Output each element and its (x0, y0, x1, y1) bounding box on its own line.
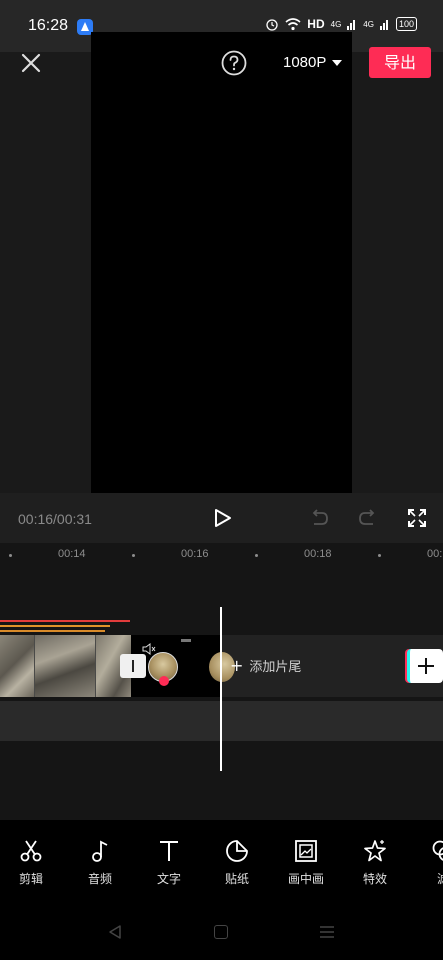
tool-pip[interactable]: 画中画 (281, 838, 331, 887)
signal-icon (379, 20, 388, 30)
clip-duration-marker (181, 639, 191, 642)
tool-filter[interactable]: 滤 (418, 838, 443, 887)
add-ending-button[interactable]: + 添加片尾 (230, 656, 301, 675)
alarm-icon (266, 19, 278, 31)
tool-label: 文字 (156, 872, 181, 886)
tool-label: 画中画 (287, 872, 324, 886)
transition-button[interactable] (120, 654, 146, 678)
tool-cut[interactable]: 剪辑 (6, 838, 56, 887)
undo-icon[interactable] (308, 507, 330, 529)
tool-label: 贴纸 (224, 872, 249, 886)
ruler-label: 00:14 (58, 548, 86, 560)
status-indicators: HD 4G 4G 100 (265, 17, 417, 31)
redo-icon[interactable] (357, 507, 379, 529)
ruler-label: 00:18 (304, 548, 332, 560)
menu-icon[interactable] (320, 926, 334, 938)
effects-star-icon (364, 840, 386, 862)
video-preview[interactable] (91, 32, 352, 493)
hd-indicator: HD (307, 17, 325, 31)
playhead[interactable] (220, 607, 222, 771)
tool-effects[interactable]: 特效 (350, 838, 400, 887)
battery-icon: 100 (395, 17, 417, 31)
video-clip[interactable] (0, 635, 131, 697)
sticker-icon (226, 840, 248, 862)
editor-top-bar: 1080P 导出 (0, 32, 443, 92)
add-ending-label: 添加片尾 (249, 660, 302, 675)
ruler-dot (378, 554, 381, 557)
tool-label: 滤 (436, 872, 443, 886)
tool-audio[interactable]: 音频 (75, 838, 125, 887)
plus-badge-icon (159, 676, 169, 686)
signal-2-label: 4G (363, 19, 374, 29)
timeline[interactable]: 00:14 00:16 00:18 00: + 添加片尾 (0, 543, 443, 820)
ruler-dot (9, 554, 12, 557)
add-clip-button[interactable] (407, 649, 443, 683)
caret-down-icon (332, 59, 343, 66)
filter-icon (432, 840, 443, 861)
mute-icon[interactable] (142, 643, 156, 655)
bottom-toolbar: 剪辑 音频 文字 贴纸 画中画 特效 滤 (0, 820, 443, 900)
fullscreen-icon[interactable] (406, 507, 428, 529)
clip-frame (35, 635, 95, 697)
signal-icon (347, 20, 356, 30)
tool-label: 剪辑 (18, 872, 43, 886)
resolution-dropdown[interactable]: 1080P (283, 54, 343, 71)
back-icon[interactable] (107, 924, 123, 940)
tool-text[interactable]: 文字 (144, 838, 194, 887)
plus-icon: + (230, 656, 244, 675)
picture-in-picture-icon (295, 840, 317, 862)
resolution-value: 1080P (283, 54, 327, 71)
system-nav-bar (0, 900, 443, 960)
home-icon[interactable] (214, 925, 228, 939)
signal-1-label: 4G (330, 19, 342, 29)
tool-sticker[interactable]: 贴纸 (212, 838, 262, 887)
ruler-dot (255, 554, 258, 557)
export-button[interactable]: 导出 (369, 47, 431, 78)
music-note-icon (92, 840, 108, 862)
audio-marker-line (0, 625, 110, 627)
playback-controls: 00:16/00:31 (0, 493, 443, 543)
help-icon[interactable] (221, 50, 247, 76)
wifi-icon (285, 17, 301, 30)
tool-label: 特效 (362, 872, 387, 886)
time-readout: 00:16/00:31 (18, 511, 92, 527)
play-icon[interactable] (211, 507, 233, 529)
close-icon[interactable] (20, 52, 42, 74)
ruler-dot (132, 554, 135, 557)
ruler-label: 00: (427, 548, 443, 560)
scissors-icon (20, 840, 42, 862)
tool-label: 音频 (87, 872, 112, 886)
audio-marker-line (0, 620, 130, 622)
ruler-label: 00:16 (181, 548, 209, 560)
clip-frame (0, 635, 34, 697)
text-icon (160, 841, 178, 861)
audio-marker-line (0, 630, 105, 632)
